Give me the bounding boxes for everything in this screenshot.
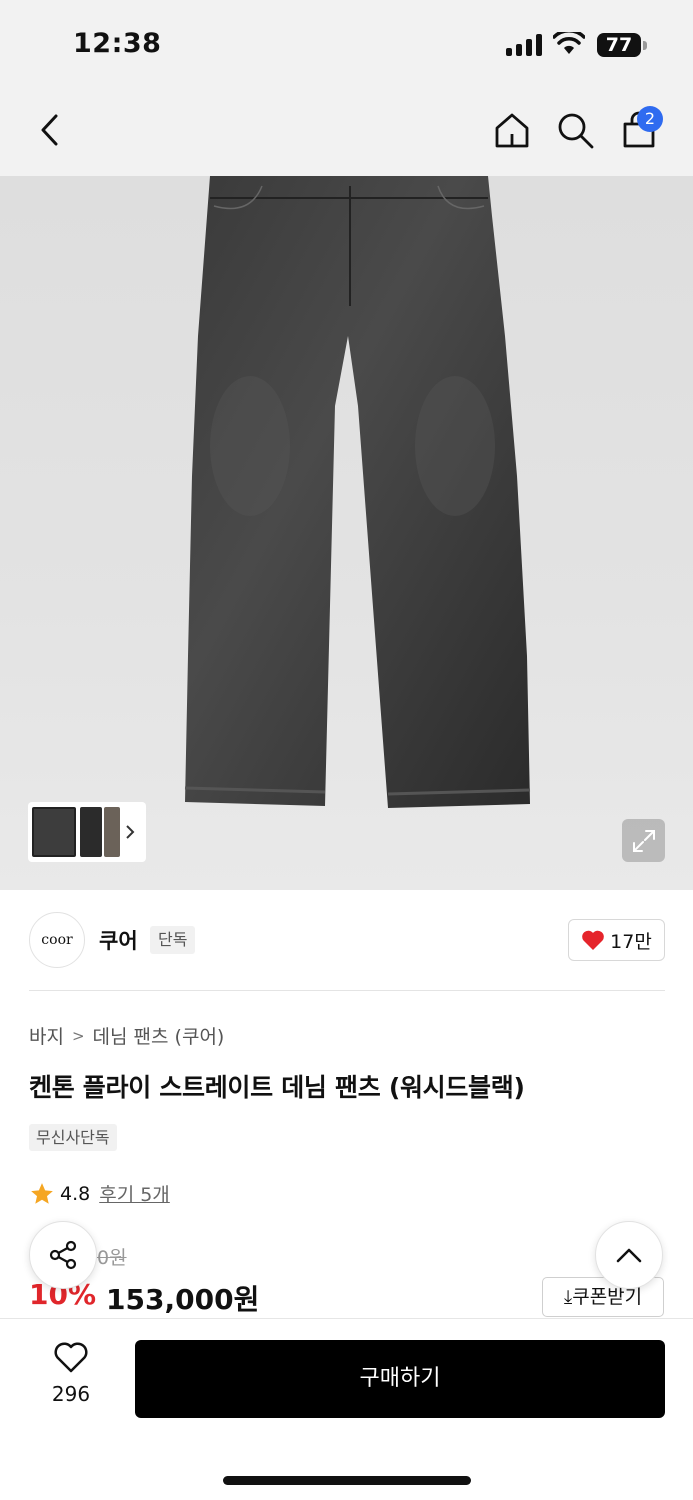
- divider: [29, 990, 665, 991]
- product-image[interactable]: [0, 176, 693, 890]
- cart-badge: 2: [637, 106, 663, 132]
- search-button[interactable]: [553, 108, 597, 152]
- original-price: 0원: [97, 1247, 127, 1269]
- heart-icon: [582, 930, 604, 950]
- rating-row: 4.8 후기 5개: [29, 1180, 170, 1207]
- breadcrumb-separator: >: [71, 1026, 85, 1045]
- product-title: 켄톤 플라이 스트레이트 데님 팬츠 (워시드블랙): [29, 1073, 525, 1102]
- status-time: 12:38: [73, 28, 162, 59]
- rating-value: 4.8: [60, 1182, 91, 1205]
- sale-price: 153,000원: [106, 1283, 260, 1316]
- scroll-top-button[interactable]: [595, 1221, 663, 1289]
- buy-button[interactable]: 구매하기: [135, 1340, 665, 1418]
- thumbnail-1[interactable]: [32, 807, 76, 857]
- brand-like-button[interactable]: 17만: [568, 919, 665, 961]
- expand-image-button[interactable]: [622, 819, 665, 862]
- brand-name[interactable]: 쿠어: [99, 925, 138, 955]
- signal-icon: [506, 34, 542, 56]
- breadcrumb-category[interactable]: 바지: [29, 1022, 64, 1049]
- home-icon: [495, 113, 529, 148]
- review-link[interactable]: 후기 5개: [99, 1180, 170, 1207]
- wifi-icon: [553, 32, 585, 54]
- breadcrumb: 바지 > 데님 팬츠 (쿠어): [29, 1022, 224, 1049]
- status-bar: 12:38 77: [0, 0, 693, 90]
- thumbnail-strip[interactable]: [28, 802, 146, 862]
- brand-exclusive-tag: 단독: [150, 926, 196, 954]
- top-nav-bar: [0, 90, 693, 176]
- brand-logo[interactable]: coor: [29, 912, 85, 968]
- jeans-image: [184, 176, 531, 808]
- star-icon: [31, 1182, 53, 1204]
- share-button[interactable]: [29, 1221, 97, 1289]
- exclusive-tag: 무신사단독: [29, 1124, 117, 1151]
- home-indicator: [223, 1476, 471, 1485]
- chevron-up-icon: [616, 1248, 642, 1263]
- heart-outline-icon: [54, 1342, 88, 1373]
- share-icon: [49, 1240, 77, 1270]
- wishlist-count: 296: [51, 1382, 91, 1406]
- back-icon: [41, 114, 58, 146]
- search-icon: [558, 113, 594, 149]
- expand-icon: [632, 829, 655, 852]
- chevron-right-icon: [126, 825, 135, 839]
- thumbnail-3[interactable]: [104, 807, 120, 857]
- battery-tip: [643, 41, 647, 50]
- breadcrumb-subcategory[interactable]: 데님 팬츠 (쿠어): [93, 1022, 225, 1049]
- thumbnail-2[interactable]: [80, 807, 102, 857]
- brand-like-count: 17만: [610, 930, 652, 953]
- back-button[interactable]: [28, 108, 72, 152]
- wishlist-button[interactable]: 296: [36, 1342, 106, 1406]
- home-button[interactable]: [490, 108, 534, 152]
- battery-icon: 77: [597, 33, 641, 57]
